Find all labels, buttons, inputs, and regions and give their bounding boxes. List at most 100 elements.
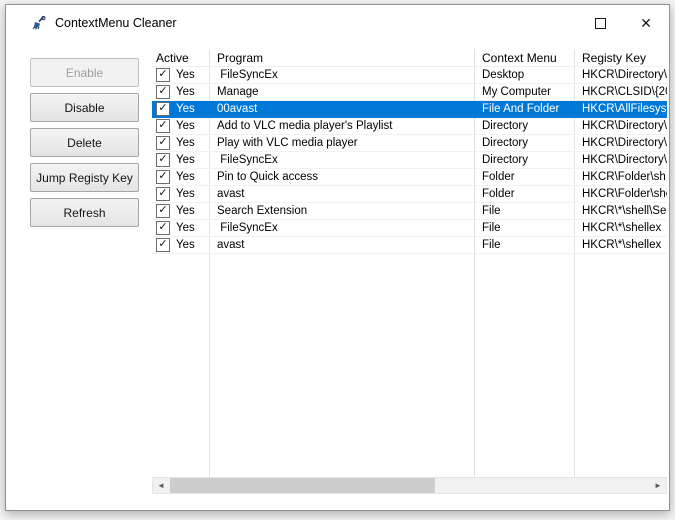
table-row[interactable]: ✓ Yes FileSyncEx File HKCR\*\shellex bbox=[152, 220, 667, 237]
header-context-menu[interactable]: Context Menu bbox=[474, 51, 574, 65]
program-cell: Add to VLC media player's Playlist bbox=[217, 120, 393, 132]
program-cell: Search Extension bbox=[217, 205, 308, 217]
active-cell: ✓ Yes bbox=[152, 153, 209, 167]
program-cell: FileSyncEx bbox=[217, 222, 278, 234]
check-icon: ✓ bbox=[158, 68, 168, 80]
program-cell: FileSyncEx bbox=[217, 154, 278, 166]
active-checkbox[interactable]: ✓ bbox=[156, 119, 170, 133]
active-label: Yes bbox=[176, 171, 195, 183]
check-icon: ✓ bbox=[158, 204, 168, 216]
active-checkbox[interactable]: ✓ bbox=[156, 85, 170, 99]
app-window: ContextMenu Cleaner ✕ Enable Disable Del… bbox=[5, 4, 670, 511]
table-row[interactable]: ✓ Yes avast File HKCR\*\shellex bbox=[152, 237, 667, 254]
scroll-left-icon: ◄ bbox=[157, 481, 165, 490]
delete-button[interactable]: Delete bbox=[30, 128, 139, 157]
table-row[interactable]: ✓ Yes Manage My Computer HKCR\CLSID\{20 bbox=[152, 84, 667, 101]
check-icon: ✓ bbox=[158, 102, 168, 114]
table-header: Active Program Context Menu Registy Key bbox=[152, 49, 667, 67]
active-checkbox[interactable]: ✓ bbox=[156, 153, 170, 167]
refresh-button[interactable]: Refresh bbox=[30, 198, 139, 227]
table-row[interactable]: ✓ Yes Search Extension File HKCR\*\shell… bbox=[152, 203, 667, 220]
check-icon: ✓ bbox=[158, 85, 168, 97]
active-checkbox[interactable]: ✓ bbox=[156, 187, 170, 201]
context-menu-table: Active Program Context Menu Registy Key … bbox=[152, 49, 667, 477]
disable-button[interactable]: Disable bbox=[30, 93, 139, 122]
table-body: ✓ Yes FileSyncEx Desktop HKCR\Directory\… bbox=[152, 67, 667, 254]
enable-button[interactable]: Enable bbox=[30, 58, 139, 87]
context-menu-cell: Directory bbox=[482, 154, 529, 166]
table-row[interactable]: ✓ Yes FileSyncEx Desktop HKCR\Directory\ bbox=[152, 67, 667, 84]
program-cell: avast bbox=[217, 188, 245, 200]
active-cell: ✓ Yes bbox=[152, 85, 209, 99]
active-checkbox[interactable]: ✓ bbox=[156, 136, 170, 150]
table-row[interactable]: ✓ Yes avast Folder HKCR\Folder\she bbox=[152, 186, 667, 203]
table-row[interactable]: ✓ Yes 00avast File And Folder HKCR\AllFi… bbox=[152, 101, 667, 118]
registry-key-cell: HKCR\*\shellex bbox=[582, 222, 662, 234]
context-menu-cell: Folder bbox=[482, 188, 515, 200]
active-checkbox[interactable]: ✓ bbox=[156, 170, 170, 184]
close-icon: ✕ bbox=[640, 14, 652, 31]
maximize-button[interactable] bbox=[577, 5, 623, 41]
table-row[interactable]: ✓ Yes Play with VLC media player Directo… bbox=[152, 135, 667, 152]
active-label: Yes bbox=[176, 69, 195, 81]
close-button[interactable]: ✕ bbox=[623, 5, 669, 41]
registry-key-cell: HKCR\*\shellex bbox=[582, 239, 662, 251]
active-label: Yes bbox=[176, 103, 195, 115]
scrollbar-track[interactable] bbox=[169, 478, 650, 493]
scroll-left-button[interactable]: ◄ bbox=[153, 478, 169, 493]
active-label: Yes bbox=[176, 154, 195, 166]
active-label: Yes bbox=[176, 86, 195, 98]
registry-key-cell: HKCR\Folder\she bbox=[582, 188, 667, 200]
registry-key-cell: HKCR\Directory\ bbox=[582, 120, 667, 132]
context-menu-cell: File And Folder bbox=[482, 103, 560, 115]
active-checkbox[interactable]: ✓ bbox=[156, 221, 170, 235]
registry-key-cell: HKCR\CLSID\{20 bbox=[582, 86, 667, 98]
table-row[interactable]: ✓ Yes Add to VLC media player's Playlist… bbox=[152, 118, 667, 135]
horizontal-scrollbar: ◄ ► bbox=[152, 477, 667, 494]
active-cell: ✓ Yes bbox=[152, 68, 209, 82]
app-icon bbox=[32, 15, 46, 30]
program-cell: avast bbox=[217, 239, 245, 251]
active-label: Yes bbox=[176, 239, 195, 251]
scrollbar-thumb[interactable] bbox=[170, 478, 435, 493]
registry-key-cell: HKCR\AllFilesyst bbox=[582, 103, 667, 115]
check-icon: ✓ bbox=[158, 136, 168, 148]
jump-registry-key-button[interactable]: Jump Registy Key bbox=[30, 163, 139, 192]
check-icon: ✓ bbox=[158, 221, 168, 233]
registry-key-cell: HKCR\Directory\ bbox=[582, 154, 667, 166]
active-checkbox[interactable]: ✓ bbox=[156, 238, 170, 252]
active-checkbox[interactable]: ✓ bbox=[156, 102, 170, 116]
program-cell: Pin to Quick access bbox=[217, 171, 318, 183]
active-checkbox[interactable]: ✓ bbox=[156, 204, 170, 218]
active-label: Yes bbox=[176, 205, 195, 217]
context-menu-cell: Desktop bbox=[482, 69, 525, 81]
window-content: Enable Disable Delete Jump Registy Key R… bbox=[6, 41, 669, 510]
context-menu-cell: File bbox=[482, 222, 501, 234]
maximize-icon bbox=[594, 17, 606, 29]
main-panel: Active Program Context Menu Registy Key … bbox=[148, 41, 669, 510]
active-cell: ✓ Yes bbox=[152, 204, 209, 218]
table-row[interactable]: ✓ Yes Pin to Quick access Folder HKCR\Fo… bbox=[152, 169, 667, 186]
context-menu-cell: File bbox=[482, 205, 501, 217]
context-menu-cell: Folder bbox=[482, 171, 515, 183]
active-checkbox[interactable]: ✓ bbox=[156, 68, 170, 82]
check-icon: ✓ bbox=[158, 119, 168, 131]
registry-key-cell: HKCR\Directory\ bbox=[582, 69, 667, 81]
header-registry-key[interactable]: Registy Key bbox=[574, 51, 667, 65]
active-label: Yes bbox=[176, 137, 195, 149]
check-icon: ✓ bbox=[158, 238, 168, 250]
scroll-right-button[interactable]: ► bbox=[650, 478, 666, 493]
registry-key-cell: HKCR\Folder\sh bbox=[582, 171, 666, 183]
context-menu-cell: Directory bbox=[482, 137, 529, 149]
active-label: Yes bbox=[176, 120, 195, 132]
program-cell: 00avast bbox=[217, 103, 258, 115]
context-menu-cell: My Computer bbox=[482, 86, 552, 98]
active-cell: ✓ Yes bbox=[152, 136, 209, 150]
active-cell: ✓ Yes bbox=[152, 170, 209, 184]
titlebar: ContextMenu Cleaner ✕ bbox=[6, 5, 669, 41]
header-program[interactable]: Program bbox=[209, 51, 474, 65]
header-active[interactable]: Active bbox=[152, 51, 209, 65]
registry-key-cell: HKCR\Directory\ bbox=[582, 137, 667, 149]
table-row[interactable]: ✓ Yes FileSyncEx Directory HKCR\Director… bbox=[152, 152, 667, 169]
active-cell: ✓ Yes bbox=[152, 221, 209, 235]
